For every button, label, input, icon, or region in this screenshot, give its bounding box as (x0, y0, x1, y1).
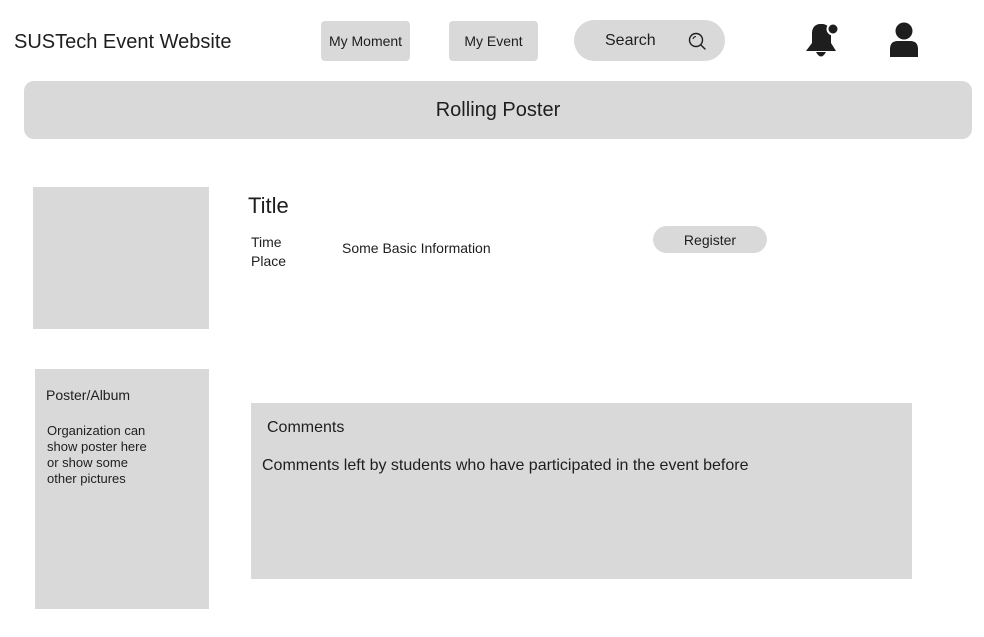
user-icon[interactable] (888, 21, 920, 58)
basic-info-text: Some Basic Information (342, 240, 491, 256)
comments-panel (251, 403, 912, 579)
banner-label: Rolling Poster (435, 98, 561, 121)
event-title: Title (248, 193, 289, 218)
my-moment-button[interactable]: My Moment (321, 21, 410, 61)
event-image-placeholder (33, 187, 209, 329)
rolling-poster-banner[interactable]: Rolling Poster (24, 81, 972, 139)
poster-album-panel (35, 369, 209, 609)
search-icon[interactable] (686, 30, 708, 52)
time-label: Time (251, 234, 282, 250)
album-title: Poster/Album (46, 387, 131, 403)
comments-text: Comments left by students who have parti… (262, 457, 749, 474)
comments-title: Comments (267, 419, 345, 436)
bell-icon[interactable] (803, 21, 841, 59)
my-event-button[interactable]: My Event (449, 21, 538, 61)
register-button[interactable]: Register (653, 226, 767, 253)
album-description: Organization can show poster here or sho… (47, 423, 147, 486)
place-label: Place (251, 253, 287, 269)
site-title: SUSTech Event Website (14, 31, 232, 53)
search-box[interactable]: Search (574, 20, 725, 61)
search-label: Search (605, 31, 656, 49)
